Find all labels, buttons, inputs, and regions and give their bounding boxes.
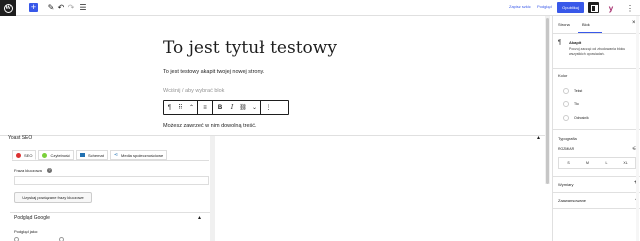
size-label: ROZMIAR [558,147,575,151]
close-icon[interactable]: × [632,20,636,26]
tabs-underline [12,160,209,161]
color-background-option[interactable]: Tło [563,101,579,107]
redo-icon[interactable]: ↷ [66,3,76,13]
sidebar-divider [553,176,640,177]
list-view-icon[interactable]: ☰ [78,3,88,13]
size-s-option[interactable]: S [559,158,578,168]
color-heading: Kolor [558,73,568,78]
align-icon[interactable]: ≡ [198,101,212,114]
settings-toggle-button[interactable] [588,2,599,13]
sidebar-divider [553,33,640,34]
preview-mode-radios [14,237,64,241]
keyphrase-input[interactable] [14,176,209,185]
tab-schema-label: Schemat [88,152,104,158]
tab-page[interactable]: Strona [558,22,570,27]
drag-handle-icon[interactable]: ⠿ [175,101,186,114]
readability-score-icon [42,152,48,158]
save-draft-link[interactable]: Zapisz szkic [509,4,531,9]
block-name: Akapit [569,40,582,45]
google-preview-divider [10,212,210,213]
seo-score-icon [16,152,21,158]
color-link-label: Odnośnik [574,116,589,120]
color-swatch-icon [563,101,569,107]
move-up-icon[interactable]: ⌃ [186,101,197,114]
schema-icon [80,153,86,157]
color-text-option[interactable]: Tekst [563,88,582,94]
tab-social[interactable]: ⋖ Media społecznościowe [109,150,168,160]
italic-button[interactable]: I [227,101,237,114]
options-menu-icon[interactable]: ⋮ [625,3,635,13]
pencil-tools-icon[interactable]: ✎ [46,3,56,13]
yoast-tabs: SEO Czytelność Schemat ⋖ Media społeczno… [12,150,168,160]
size-m-option[interactable]: M [578,158,597,168]
color-swatch-icon [563,115,569,121]
publish-button[interactable]: Opublikuj [557,2,584,13]
color-swatch-icon [563,88,569,94]
color-background-label: Tło [574,102,579,106]
share-icon: ⋖ [113,152,119,158]
sidebar-divider [553,192,640,193]
preview-link[interactable]: Podgląd [537,4,552,9]
link-icon[interactable]: ⛓ [237,101,249,114]
tab-seo[interactable]: SEO [12,150,37,160]
block-toolbar: ¶ ⠿ ⌃ ≡ B I ⛓ ⌄ ⋮ [163,100,289,115]
google-preview-heading[interactable]: Podgląd Google [14,215,50,221]
yoast-icon[interactable]: y [606,3,616,13]
editor-scrollbar[interactable] [546,18,549,184]
related-keyphrases-button[interactable]: Uzyskaj powiązane frazy kluczowe [14,192,92,203]
tab-schema[interactable]: Schemat [76,150,108,160]
paragraph-block-icon: ¶ [558,40,562,46]
block-options-icon[interactable]: ⋮ [261,101,276,114]
desktop-radio[interactable] [59,237,64,241]
tab-seo-label: SEO [24,152,33,158]
post-title[interactable]: To jest tytuł testowy [163,38,337,58]
collapse-icon[interactable]: ▴ [537,134,540,141]
size-l-option[interactable]: L [597,158,616,168]
more-rich-text-icon[interactable]: ⌄ [249,101,260,114]
yoast-panel-title[interactable]: Yoast SEO [8,135,32,141]
advanced-heading[interactable]: Zaawansowane [558,198,586,203]
tab-readability-label: Czytelność [50,152,71,158]
paragraph-block-2[interactable]: Możesz zawrzeć w nim dowolną treść. [163,123,257,129]
typography-heading: Typografia [558,136,577,141]
color-link-option[interactable]: Odnośnik [563,115,589,121]
undo-icon[interactable]: ↶ [56,3,66,13]
preview-as-label: Podgląd jako: [14,229,39,234]
color-text-label: Tekst [574,89,583,93]
wordpress-logo-button[interactable]: W [0,0,16,16]
block-description: Poczuj zacząć od zbudowania bloku wszyst… [569,47,626,56]
sidebar-scrollbar[interactable] [636,16,639,241]
google-preview-collapse-icon[interactable]: ▴ [198,214,201,221]
sidebar-divider [553,68,640,69]
yoast-panel-divider [0,135,545,136]
bold-button[interactable]: B [213,101,227,114]
sidebar-divider [553,208,640,209]
size-xl-option[interactable]: XL [616,158,635,168]
yoast-scrollbar[interactable] [210,136,215,241]
tab-block[interactable]: Blok [582,22,590,27]
keyphrase-label: Fraza kluczowa [14,168,42,173]
block-appender-placeholder[interactable]: Wciśnij / aby wybrać blok [163,88,224,94]
help-icon[interactable]: ? [47,168,52,173]
mobile-radio[interactable] [14,237,19,241]
add-block-button[interactable]: + [29,3,38,12]
tab-social-label: Media społecznościowe [121,152,164,158]
font-size-picker: S M L XL [558,157,636,169]
paragraph-icon[interactable]: ¶ [164,101,175,114]
wordpress-logo-icon: W [3,3,13,13]
paragraph-block[interactable]: To jest testowy akapit twojej nowej stro… [163,69,264,75]
tab-readability[interactable]: Czytelność [38,150,75,160]
sidebar-divider [553,129,640,130]
dimensions-heading[interactable]: Wymiary [558,182,574,187]
